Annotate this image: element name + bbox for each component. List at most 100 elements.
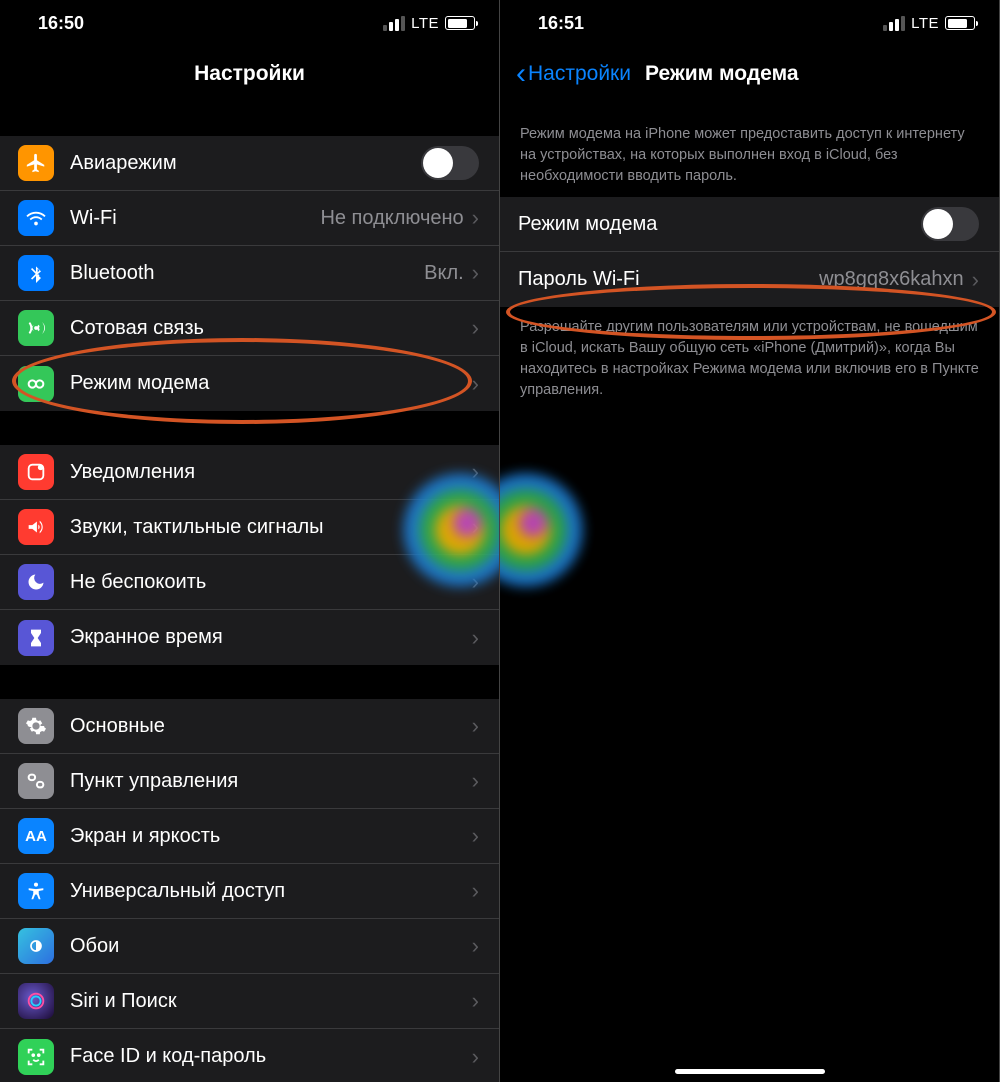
sounds-icon [18,509,54,545]
signal-icon [383,16,405,31]
accessibility-icon [18,873,54,909]
wallpaper-icon [18,928,54,964]
home-indicator [675,1069,825,1074]
hotspot-icon [18,366,54,402]
row-label: Режим модема [70,372,472,395]
airplane-toggle[interactable] [421,146,479,180]
status-bar: 16:51 LTE [500,0,999,46]
chevron-right-icon: › [472,625,479,651]
row-hotspot[interactable]: Режим модема › [0,356,499,411]
row-siri[interactable]: Siri и Поиск › [0,974,499,1029]
page-title: Режим модема [645,62,799,86]
row-wifi-password[interactable]: Пароль Wi-Fi wp8gq8x6kahxn › [500,252,999,307]
row-bluetooth[interactable]: Bluetooth Вкл. › [0,246,499,301]
status-time: 16:50 [38,13,84,34]
chevron-left-icon: ‹ [516,59,526,89]
row-label: Универсальный доступ [70,880,472,903]
hotspot-toggle[interactable] [921,207,979,241]
cellular-icon [18,310,54,346]
row-label: Не беспокоить [70,571,472,594]
row-label: Экранное время [70,626,472,649]
row-value: Вкл. [424,262,464,285]
settings-group-general: Основные › Пункт управления › AA Экран и… [0,699,499,1082]
faceid-icon [18,1039,54,1075]
settings-group-alerts: Уведомления › Звуки, тактильные сигналы … [0,445,499,665]
row-label: Экран и яркость [70,825,472,848]
chevron-right-icon: › [972,267,979,293]
phone-settings-main: 16:50 LTE Настройки Авиарежим Wi-Fi Не п… [0,0,500,1082]
row-label: Авиарежим [70,152,421,175]
status-time: 16:51 [538,13,584,34]
network-type: LTE [911,15,939,32]
row-general[interactable]: Основные › [0,699,499,754]
row-screentime[interactable]: Экранное время › [0,610,499,665]
screentime-icon [18,620,54,656]
phone-hotspot-detail: 16:51 LTE ‹ Настройки Режим модема Режим… [500,0,1000,1082]
row-label: Face ID и код-пароль [70,1045,472,1068]
row-value: Не подключено [320,207,463,230]
chevron-right-icon: › [472,1044,479,1070]
row-control-center[interactable]: Пункт управления › [0,754,499,809]
row-wallpaper[interactable]: Обои › [0,919,499,974]
chevron-right-icon: › [472,260,479,286]
row-sounds[interactable]: Звуки, тактильные сигналы › [0,500,499,555]
row-dnd[interactable]: Не беспокоить › [0,555,499,610]
status-bar: 16:50 LTE [0,0,499,46]
row-label: Звуки, тактильные сигналы [70,516,472,539]
row-label: Сотовая связь [70,317,472,340]
row-label: Siri и Поиск [70,990,472,1013]
chevron-right-icon: › [472,878,479,904]
chevron-right-icon: › [472,768,479,794]
chevron-right-icon: › [472,514,479,540]
section-footer-text: Разрешайте другим пользователям или устр… [500,307,999,411]
row-display[interactable]: AA Экран и яркость › [0,809,499,864]
hotspot-group: Режим модема Пароль Wi-Fi wp8gq8x6kahxn … [500,197,999,307]
row-label: Пароль Wi-Fi [518,268,819,291]
chevron-right-icon: › [472,569,479,595]
page-title: Настройки [0,62,499,86]
battery-icon [945,16,975,30]
bluetooth-icon [18,255,54,291]
section-header-text: Режим модема на iPhone может предоставит… [500,102,999,197]
row-label: Режим модема [518,213,921,236]
wifi-icon [18,200,54,236]
nav-bar: ‹ Настройки Режим модема [500,46,999,102]
row-label: Основные [70,715,472,738]
row-accessibility[interactable]: Универсальный доступ › [0,864,499,919]
settings-group-connectivity: Авиарежим Wi-Fi Не подключено › Bluetoot… [0,136,499,411]
battery-icon [445,16,475,30]
chevron-right-icon: › [472,823,479,849]
row-label: Обои [70,935,472,958]
chevron-right-icon: › [472,315,479,341]
row-label: Bluetooth [70,262,424,285]
siri-icon [18,983,54,1019]
chevron-right-icon: › [472,371,479,397]
dnd-icon [18,564,54,600]
notifications-icon [18,454,54,490]
nav-bar: Настройки [0,46,499,102]
chevron-right-icon: › [472,459,479,485]
network-type: LTE [411,15,439,32]
row-wifi[interactable]: Wi-Fi Не подключено › [0,191,499,246]
back-button[interactable]: ‹ Настройки [516,59,631,89]
row-hotspot-toggle[interactable]: Режим модема [500,197,999,252]
row-label: Wi-Fi [70,207,320,230]
chevron-right-icon: › [472,933,479,959]
row-value: wp8gq8x6kahxn [819,268,964,291]
signal-icon [883,16,905,31]
back-label: Настройки [528,62,631,86]
row-notifications[interactable]: Уведомления › [0,445,499,500]
chevron-right-icon: › [472,988,479,1014]
row-airplane[interactable]: Авиарежим [0,136,499,191]
row-label: Уведомления [70,461,472,484]
control-center-icon [18,763,54,799]
watermark-blob [500,460,596,600]
chevron-right-icon: › [472,205,479,231]
row-label: Пункт управления [70,770,472,793]
row-faceid[interactable]: Face ID и код-пароль › [0,1029,499,1082]
row-cellular[interactable]: Сотовая связь › [0,301,499,356]
chevron-right-icon: › [472,713,479,739]
display-icon: AA [18,818,54,854]
airplane-icon [18,145,54,181]
general-icon [18,708,54,744]
